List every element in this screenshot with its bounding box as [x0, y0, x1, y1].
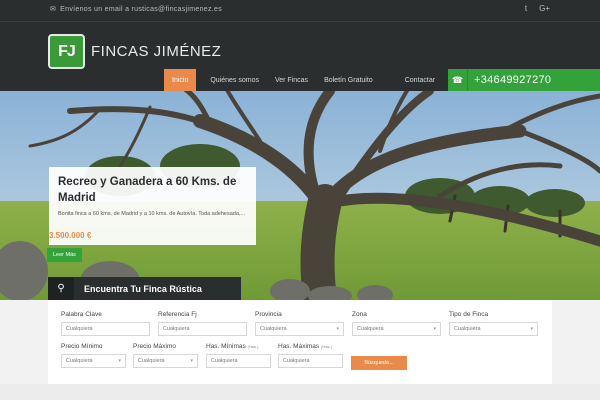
search-tab-label: Encuentra Tu Finca Rústica: [84, 283, 202, 294]
phone-button[interactable]: ☎ +34649927270: [448, 69, 600, 91]
property-title[interactable]: Recreo y Ganadera a 60 Kms. de Madrid: [58, 174, 247, 206]
nav-item-contactar[interactable]: Contactar: [397, 69, 443, 91]
min-price-label: Precio Mínimo: [61, 343, 103, 350]
brand-name: FINCAS JIMÉNEZ: [91, 43, 222, 60]
max-price-field: Precio Máximo Cualquiera ▾: [133, 343, 198, 368]
search-tab[interactable]: ⚲ Encuentra Tu Finca Rústica: [48, 277, 241, 300]
max-hectares-input[interactable]: Cualquiera: [278, 354, 343, 368]
social-links: t G+: [525, 4, 550, 13]
type-select[interactable]: Cualquiera ▾: [449, 322, 538, 336]
nav-item-quienes-somos[interactable]: Quiénes somos: [202, 69, 267, 91]
max-hectares-unit: (Has.): [321, 344, 332, 349]
type-field: Tipo de Finca Cualquiera ▾: [449, 311, 538, 336]
max-price-select[interactable]: Cualquiera ▾: [133, 354, 198, 368]
max-price-value: Cualquiera: [138, 358, 165, 364]
envelope-icon: ✉: [50, 6, 57, 13]
search-submit-button[interactable]: Búsqueda...: [351, 356, 407, 370]
chevron-down-icon: ▾: [190, 358, 193, 364]
google-plus-icon[interactable]: G+: [539, 4, 550, 13]
min-price-field: Precio Mínimo Cualquiera ▾: [61, 343, 126, 368]
property-price: 3.500.000 €: [49, 231, 92, 240]
page-footer-strip: [0, 384, 600, 400]
min-hectares-unit: (Has.): [247, 344, 259, 349]
province-select[interactable]: Cualquiera ▾: [255, 322, 344, 336]
province-field: Provincia Cualquiera ▾: [255, 311, 344, 336]
min-price-value: Cualquiera: [66, 358, 93, 364]
type-value: Cualquiera: [454, 326, 481, 332]
phone-icon: ☎: [448, 69, 468, 91]
contact-email-text: Envíenos un email a rusticas@fincasjimen…: [60, 5, 223, 13]
zone-select[interactable]: Cualquiera ▾: [352, 322, 441, 336]
top-bar: ✉ Envíenos un email a rusticas@fincasjim…: [0, 0, 600, 22]
zone-label: Zona: [352, 311, 367, 318]
search-icon: ⚲: [48, 277, 74, 300]
min-hectares-input[interactable]: Cualquiera: [206, 354, 271, 368]
min-price-select[interactable]: Cualquiera ▾: [61, 354, 126, 368]
reference-label: Referencia Fj: [158, 311, 197, 318]
province-label: Provincia: [255, 311, 282, 318]
hero-slider: Recreo y Ganadera a 60 Kms. de Madrid Bo…: [0, 91, 600, 300]
chevron-down-icon: ▾: [336, 326, 339, 332]
zone-field: Zona Cualquiera ▾: [352, 311, 441, 336]
logo-mark: FJ: [48, 34, 85, 69]
contact-email[interactable]: ✉ Envíenos un email a rusticas@fincasjim…: [50, 5, 223, 14]
twitter-icon[interactable]: t: [525, 4, 527, 13]
main-nav: Inicio Quiénes somos Ver Fincas Boletín …: [164, 69, 443, 91]
max-price-label: Precio Máximo: [133, 343, 176, 350]
keyword-field: Palabra Clave Cualquiera: [61, 311, 150, 336]
reference-input[interactable]: Cualquiera: [158, 322, 247, 336]
site-header: FJ FINCAS JIMÉNEZ Inicio Quiénes somos V…: [0, 22, 600, 91]
chevron-down-icon: ▾: [118, 358, 121, 364]
chevron-down-icon: ▾: [530, 326, 533, 332]
read-more-button[interactable]: Leer Más: [47, 248, 82, 262]
nav-item-boletin[interactable]: Boletín Gratuito: [316, 69, 381, 91]
zone-value: Cualquiera: [357, 326, 384, 332]
type-label: Tipo de Finca: [449, 311, 489, 318]
keyword-label: Palabra Clave: [61, 311, 102, 318]
site-logo[interactable]: FJ FINCAS JIMÉNEZ: [48, 34, 221, 69]
min-hectares-label: Has. Mínimas (Has.): [206, 343, 271, 350]
nav-item-inicio[interactable]: Inicio: [164, 69, 197, 91]
chevron-down-icon: ▾: [433, 326, 436, 332]
property-search-form: Palabra Clave Cualquiera Referencia Fj C…: [48, 300, 552, 384]
property-description: Bonita finca a 60 kms. de Madrid y a 10 …: [58, 211, 246, 217]
min-hectares-field: Has. Mínimas (Has.) Cualquiera: [206, 343, 271, 368]
max-hectares-label-text: Has. Máximas: [278, 343, 320, 350]
province-value: Cualquiera: [260, 326, 287, 332]
keyword-input[interactable]: Cualquiera: [61, 322, 150, 336]
phone-number: +34649927270: [474, 74, 552, 86]
min-hectares-label-text: Has. Mínimas: [206, 343, 246, 350]
max-hectares-label: Has. Máximas (Has.): [278, 343, 343, 350]
reference-field: Referencia Fj Cualquiera: [158, 311, 247, 336]
nav-item-ver-fincas[interactable]: Ver Fincas: [267, 69, 316, 91]
max-hectares-field: Has. Máximas (Has.) Cualquiera: [278, 343, 343, 368]
